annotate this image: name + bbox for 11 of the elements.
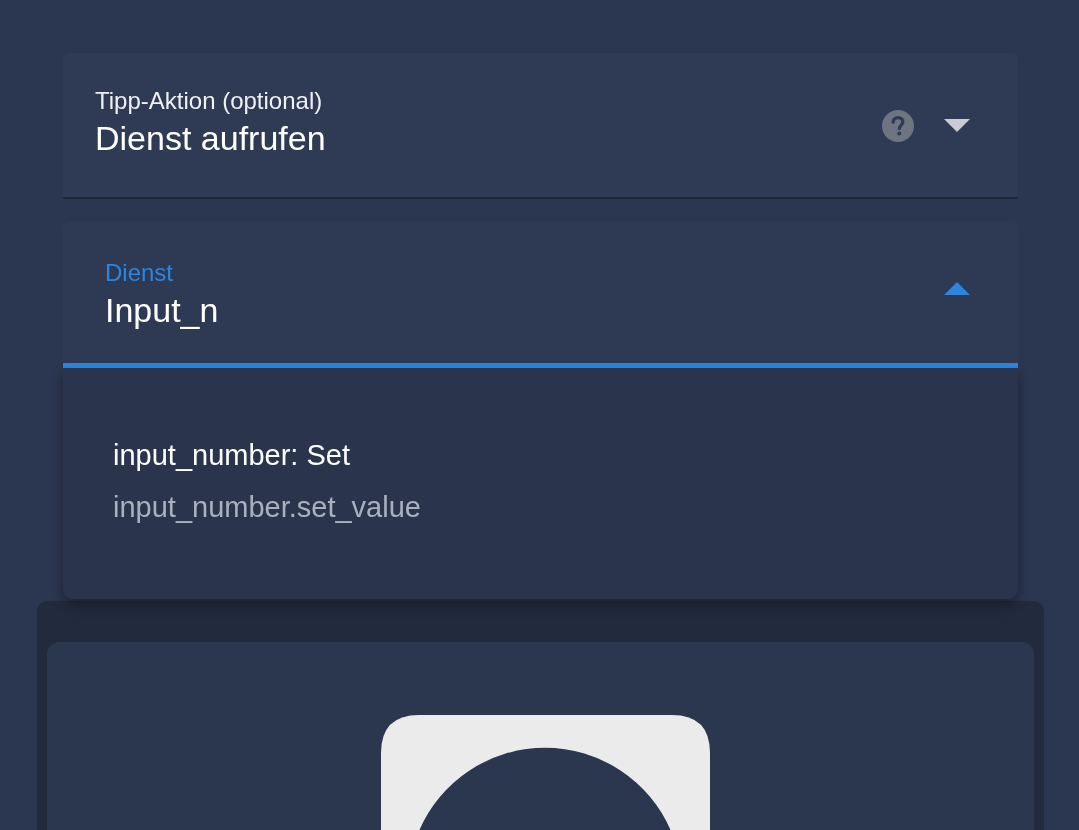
field-label: Tipp-Aktion (optional): [95, 86, 323, 116]
suggestion-title: input_number: Set: [113, 437, 350, 473]
tap-action-select[interactable]: Tipp-Aktion (optional) Dienst aufrufen: [63, 53, 1018, 199]
field-value: Dienst aufrufen: [95, 118, 326, 159]
help-icon[interactable]: [882, 110, 914, 142]
suggestion-item[interactable]: input_number: Set input_number.set_value: [63, 427, 1018, 534]
caret-icon[interactable]: [944, 118, 970, 132]
field-label: Dienst: [105, 257, 174, 288]
suggestion-subtitle: input_number.set_value: [113, 489, 421, 525]
field-value: Input_n: [105, 289, 219, 331]
caret-icon[interactable]: [944, 282, 970, 295]
